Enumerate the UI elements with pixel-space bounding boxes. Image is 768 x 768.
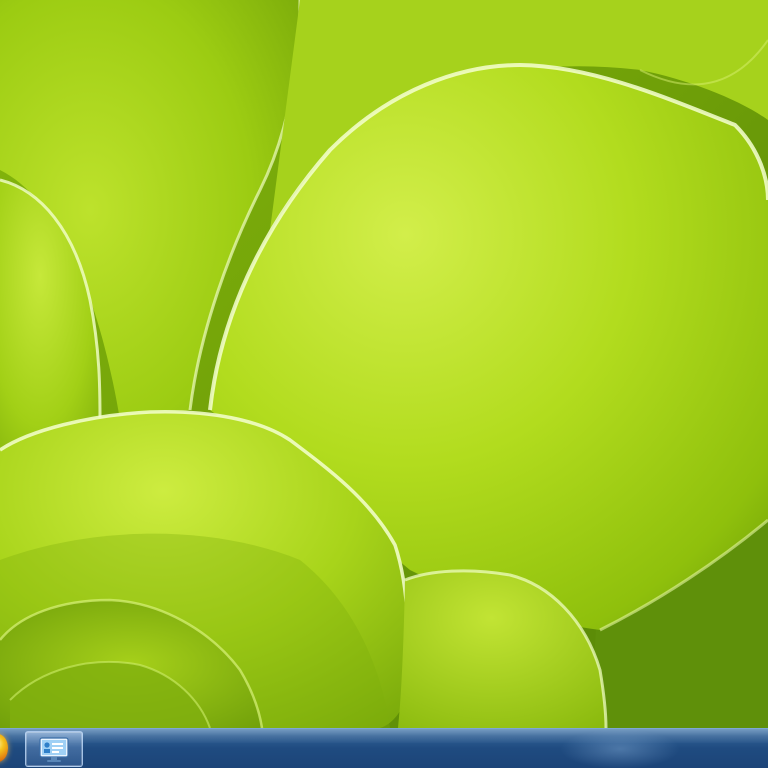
start-button[interactable]: [0, 734, 8, 762]
taskbar: [0, 728, 768, 768]
desktop[interactable]: [0, 0, 768, 768]
control-panel-icon: [39, 737, 69, 762]
taskbar-gloss: [0, 729, 768, 743]
desktop-wallpaper: [0, 0, 768, 768]
taskbar-glow: [560, 729, 680, 768]
taskbar-button-control-panel[interactable]: [25, 731, 83, 767]
